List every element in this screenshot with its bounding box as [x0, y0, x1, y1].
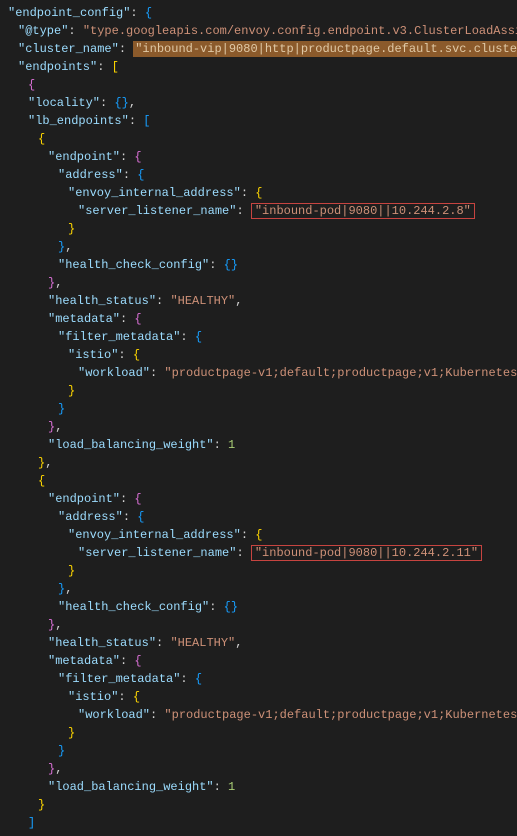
code-line: }, [8, 418, 509, 436]
json-key: "@type" [18, 24, 68, 38]
code-line: "filter_metadata": { [8, 328, 509, 346]
code-line: "filter_metadata": { [8, 670, 509, 688]
json-key: "istio" [68, 690, 118, 704]
code-line: "metadata": { [8, 652, 509, 670]
json-value: "HEALTHY" [170, 636, 235, 650]
code-line: "load_balancing_weight": 1 [8, 436, 509, 454]
code-editor[interactable]: "endpoint_config": { "@type": "type.goog… [8, 4, 509, 832]
code-line: } [8, 382, 509, 400]
highlighted-value: "inbound-pod|9080||10.244.2.11" [251, 545, 482, 561]
code-line: }, [8, 454, 509, 472]
code-line: "health_check_config": {} [8, 256, 509, 274]
json-key: "filter_metadata" [58, 672, 180, 686]
code-line: }, [8, 616, 509, 634]
json-key: "address" [58, 168, 123, 182]
code-line: "server_listener_name": "inbound-pod|908… [8, 202, 509, 220]
json-key: "metadata" [48, 654, 120, 668]
code-line: }, [8, 580, 509, 598]
code-line: } [8, 796, 509, 814]
json-key: "envoy_internal_address" [68, 528, 241, 542]
code-line: "workload": "productpage-v1;default;prod… [8, 706, 509, 724]
code-line: "health_status": "HEALTHY", [8, 634, 509, 652]
json-key: "endpoint" [48, 492, 120, 506]
code-line: "endpoint_config": { [8, 4, 509, 22]
json-key: "health_check_config" [58, 258, 209, 272]
json-value: "HEALTHY" [170, 294, 235, 308]
json-key: "server_listener_name" [78, 546, 236, 560]
code-line: "endpoint": { [8, 490, 509, 508]
json-value: {} [114, 96, 128, 110]
code-line: ] [8, 814, 509, 832]
code-line: "address": { [8, 508, 509, 526]
code-line: "load_balancing_weight": 1 [8, 778, 509, 796]
code-line: }, [8, 238, 509, 256]
json-key: "workload" [78, 708, 150, 722]
json-value: "type.googleapis.com/envoy.config.endpoi… [83, 24, 517, 38]
code-line: "health_status": "HEALTHY", [8, 292, 509, 310]
code-line: "istio": { [8, 688, 509, 706]
json-key: "envoy_internal_address" [68, 186, 241, 200]
json-key: "workload" [78, 366, 150, 380]
code-line: "istio": { [8, 346, 509, 364]
json-value: 1 [228, 438, 235, 452]
json-key: "locality" [28, 96, 100, 110]
code-line: }, [8, 760, 509, 778]
highlighted-value: "inbound-vip|9080|http|productpage.defau… [133, 41, 517, 57]
code-line: "locality": {}, [8, 94, 509, 112]
code-line: "endpoint": { [8, 148, 509, 166]
json-value: 1 [228, 780, 235, 794]
code-line: "workload": "productpage-v1;default;prod… [8, 364, 509, 382]
json-key: "load_balancing_weight" [48, 780, 214, 794]
json-key: "metadata" [48, 312, 120, 326]
json-key: "address" [58, 510, 123, 524]
code-line: { [8, 472, 509, 490]
code-line: "health_check_config": {} [8, 598, 509, 616]
code-line: } [8, 742, 509, 760]
json-key: "load_balancing_weight" [48, 438, 214, 452]
json-value: {} [224, 600, 238, 614]
json-key: "filter_metadata" [58, 330, 180, 344]
json-key: "endpoint" [48, 150, 120, 164]
code-line: "@type": "type.googleapis.com/envoy.conf… [8, 22, 509, 40]
json-key: "endpoints" [18, 60, 97, 74]
code-line: "envoy_internal_address": { [8, 184, 509, 202]
code-line: "address": { [8, 166, 509, 184]
code-line: "server_listener_name": "inbound-pod|908… [8, 544, 509, 562]
code-line: { [8, 130, 509, 148]
code-line: } [8, 562, 509, 580]
json-key: "endpoint_config" [8, 6, 130, 20]
code-line: "envoy_internal_address": { [8, 526, 509, 544]
json-key: "health_status" [48, 636, 156, 650]
code-line: } [8, 220, 509, 238]
code-line: { [8, 76, 509, 94]
json-key: "health_status" [48, 294, 156, 308]
json-value: {} [224, 258, 238, 272]
code-line: "metadata": { [8, 310, 509, 328]
json-key: "lb_endpoints" [28, 114, 129, 128]
json-value: "productpage-v1;default;productpage;v1;K… [164, 708, 517, 722]
json-key: "istio" [68, 348, 118, 362]
code-line: "lb_endpoints": [ [8, 112, 509, 130]
json-value: "productpage-v1;default;productpage;v1;K… [164, 366, 517, 380]
json-key: "server_listener_name" [78, 204, 236, 218]
json-key: "health_check_config" [58, 600, 209, 614]
code-line: } [8, 724, 509, 742]
code-line: "cluster_name": "inbound-vip|9080|http|p… [8, 40, 509, 58]
json-key: "cluster_name" [18, 42, 119, 56]
code-line: }, [8, 274, 509, 292]
code-line: "endpoints": [ [8, 58, 509, 76]
highlighted-value: "inbound-pod|9080||10.244.2.8" [251, 203, 475, 219]
code-line: } [8, 400, 509, 418]
